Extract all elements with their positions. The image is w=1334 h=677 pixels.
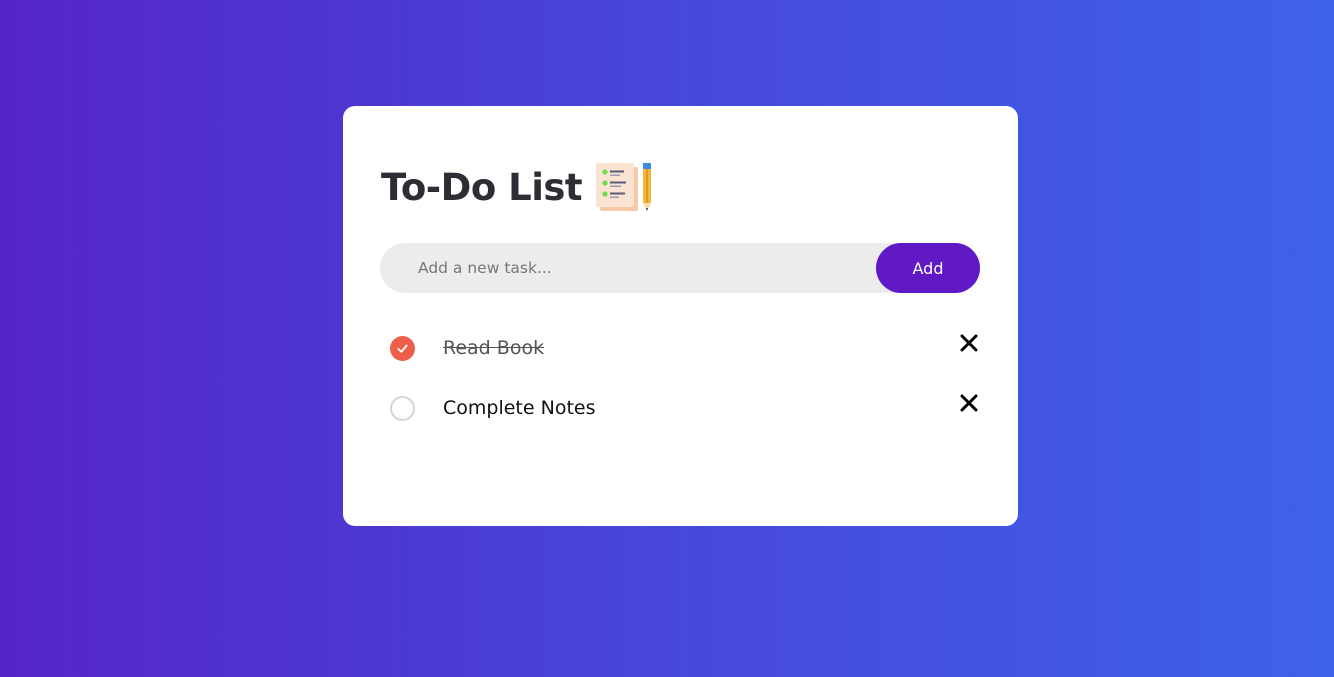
page-title: To-Do List: [381, 165, 583, 209]
delete-task-button[interactable]: [958, 332, 980, 354]
checkbox-unchecked[interactable]: [390, 396, 415, 421]
task-text: Complete Notes: [443, 397, 596, 419]
notepad-pencil-icon: [596, 163, 652, 211]
todo-card: To-Do List Add a new task... Add Read Bo…: [343, 106, 1018, 526]
task-list: Read Book Complete Notes: [380, 318, 980, 438]
add-button[interactable]: Add: [876, 243, 980, 293]
close-icon: [960, 394, 978, 412]
task-input-row: Add: [380, 243, 980, 293]
check-icon: [397, 344, 408, 353]
checkbox-checked[interactable]: [390, 336, 415, 361]
task-item[interactable]: Complete Notes: [380, 378, 980, 438]
header: To-Do List: [381, 161, 656, 213]
delete-task-button[interactable]: [958, 392, 980, 414]
close-icon: [960, 334, 978, 352]
task-input[interactable]: [418, 243, 868, 293]
task-text: Read Book: [443, 337, 545, 359]
task-item[interactable]: Read Book: [380, 318, 980, 378]
